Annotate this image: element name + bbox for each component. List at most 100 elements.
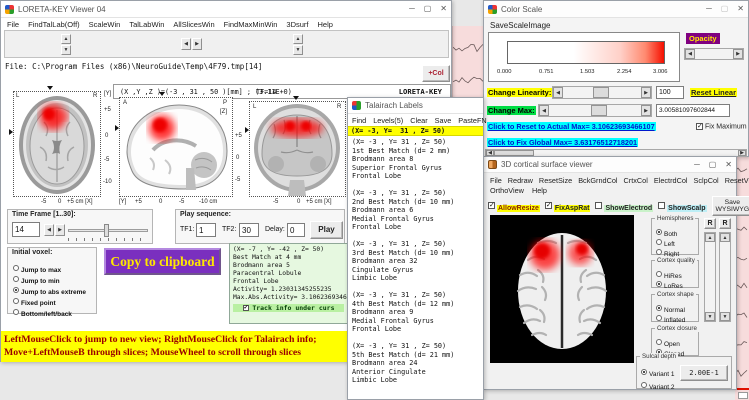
talairach-results-list[interactable]: (X= -3 , Y= 31 , Z= 50)1st Best Match (d… xyxy=(348,136,483,385)
cortex-shape-option[interactable]: Inflated xyxy=(664,317,685,324)
menu-allsliceswin[interactable]: AllSlicesWin xyxy=(173,20,214,29)
menu-findtallab[interactable]: FindTalLab(Off) xyxy=(28,20,80,29)
time-frame-input[interactable] xyxy=(12,222,40,237)
sulcal-option[interactable]: Variant 2 xyxy=(649,384,675,391)
fix-maximum-checkbox[interactable]: ✓Fix Maximum xyxy=(696,123,747,130)
axial-brain-image[interactable] xyxy=(14,92,100,196)
rotate-button-left[interactable]: R xyxy=(704,218,716,229)
radio-icon[interactable] xyxy=(656,249,662,255)
close-icon[interactable]: ✕ xyxy=(737,2,744,16)
menu-scalewin[interactable]: ScaleWin xyxy=(89,20,121,29)
radio-icon[interactable] xyxy=(656,281,662,287)
fixasprat-checkbox[interactable]: ✓FixAspRat xyxy=(545,197,591,215)
reset-actual-max-link[interactable]: Click to Reset to Actual Max= 3.10623693… xyxy=(487,122,656,131)
surface-titlebar[interactable]: 3D cortical surface viewer ─ ▢ ✕ xyxy=(484,157,736,173)
max-value-input[interactable] xyxy=(656,104,730,117)
tf1-input[interactable] xyxy=(196,223,216,237)
sulcal-depth-value-button[interactable]: 2.00E-1 xyxy=(680,365,728,381)
checkbox-checked-icon[interactable]: ✓ xyxy=(488,202,495,209)
menu-resetsize[interactable]: ResetSize xyxy=(539,176,572,185)
down-arrow-icon[interactable]: ▼ xyxy=(720,312,730,321)
talairach-titlebar[interactable]: Talairach Labels xyxy=(348,98,483,114)
initial-voxel-option[interactable]: Bottom/left/back xyxy=(21,311,72,318)
maximize-icon[interactable]: ▢ xyxy=(424,2,432,16)
menu-sclpcol[interactable]: SclpCol xyxy=(694,176,719,185)
down-arrow-icon[interactable]: ▼ xyxy=(705,312,715,321)
left-arrow-icon[interactable]: ◀ xyxy=(44,224,54,236)
sagittal-slice-panel[interactable]: A P [Z] +5 0 -5 [Y] +5 0 -5 -10 cm xyxy=(115,85,243,207)
menu-levels[interactable]: Levels(5) xyxy=(373,116,403,125)
left-arrow-icon[interactable]: ◀ xyxy=(553,87,563,98)
minimize-icon[interactable]: ─ xyxy=(694,158,700,172)
coronal-slice-panel[interactable]: L R -5 0 +5 cm [X] xyxy=(245,85,351,207)
checkbox-checked-icon[interactable]: ✓ xyxy=(545,202,552,209)
down-arrow-icon[interactable]: ▼ xyxy=(293,45,303,55)
checkbox-checked-icon[interactable]: ✓ xyxy=(243,305,249,311)
brain-3d-top-view[interactable] xyxy=(490,215,634,363)
close-icon[interactable]: ✕ xyxy=(725,158,732,172)
cortex-quality-option[interactable]: LoRes xyxy=(664,283,683,290)
radio-icon[interactable] xyxy=(641,382,647,388)
radio-icon[interactable] xyxy=(656,315,662,321)
linearity-scrollbar[interactable]: ◀▶ xyxy=(552,86,652,99)
menu-pastefn[interactable]: PasteFN xyxy=(458,116,486,125)
right-arrow-icon[interactable]: ▶ xyxy=(55,224,65,236)
rotation-scrollbar-left[interactable]: ▲▼ xyxy=(704,232,716,322)
loreta-titlebar[interactable]: LORETA-KEY Viewer 04 ─ ▢ ✕ xyxy=(1,1,451,18)
menu-findmaxminwin[interactable]: FindMaxMinWin xyxy=(224,20,278,29)
play-button[interactable]: Play xyxy=(310,221,343,239)
radio-icon[interactable] xyxy=(13,309,19,315)
down-arrow-icon[interactable]: ▼ xyxy=(61,45,71,55)
close-icon[interactable]: ✕ xyxy=(440,2,447,16)
menu-electrdcol[interactable]: ElectrdCol xyxy=(654,176,688,185)
menu-clear[interactable]: Clear xyxy=(410,116,427,125)
time-frame-stepper[interactable]: ◀▶ xyxy=(44,224,65,236)
showscalp-checkbox[interactable]: ShowScalp xyxy=(658,197,706,215)
color-scale-titlebar[interactable]: Color Scale ─ ▢ ✕ xyxy=(484,1,748,18)
reset-linear-link[interactable]: Reset Linear xyxy=(690,88,737,97)
checkbox-checked-icon[interactable]: ✓ xyxy=(696,123,703,130)
checkbox-unchecked-icon[interactable] xyxy=(658,202,665,209)
menu-tallabwin[interactable]: TalLabWin xyxy=(129,20,164,29)
menu-help[interactable]: Help xyxy=(532,186,547,195)
radio-icon[interactable] xyxy=(641,369,647,375)
tf2-input[interactable] xyxy=(239,223,259,237)
right-arrow-icon[interactable]: ▶ xyxy=(733,49,743,59)
menu-crtxcol[interactable]: CrtxCol xyxy=(624,176,648,185)
track-info-row[interactable]: ✓ Track info under curs xyxy=(233,304,344,312)
right-arrow-icon[interactable]: ▶ xyxy=(192,38,202,50)
right-arrow-icon[interactable]: ▶ xyxy=(641,105,651,116)
up-arrow-icon[interactable]: ▲ xyxy=(705,233,715,242)
axial-slice-panel[interactable]: L R [Y] +5 0 -5 -10 -5 0 +5 cm [X] xyxy=(9,85,119,207)
slice-y-stepper[interactable]: ▲▼ xyxy=(61,34,71,55)
rotate-button-right[interactable]: R xyxy=(719,218,731,229)
menu-file[interactable]: File xyxy=(490,176,502,185)
minimize-icon[interactable]: ─ xyxy=(409,2,415,16)
up-arrow-icon[interactable]: ▲ xyxy=(293,34,303,44)
sagittal-brain-image[interactable] xyxy=(120,98,232,196)
surface-render-panel[interactable] xyxy=(490,215,634,363)
maximize-icon[interactable]: ▢ xyxy=(709,158,717,172)
right-arrow-icon[interactable]: ▶ xyxy=(641,87,651,98)
opacity-scrollbar[interactable]: ◀▶ xyxy=(684,48,744,60)
save-wysiwyg-button[interactable]: Save WYSIWYG xyxy=(712,196,749,216)
menu-file[interactable]: File xyxy=(7,20,19,29)
checkbox-unchecked-icon[interactable] xyxy=(595,202,602,209)
max-scrollbar[interactable]: ◀▶ xyxy=(538,104,652,117)
linearity-input[interactable] xyxy=(656,86,684,99)
right-arrow-icon[interactable]: ▶ xyxy=(738,150,746,156)
menu-save[interactable]: Save xyxy=(435,116,452,125)
menu-bckgrndcol[interactable]: BckGrndCol xyxy=(578,176,617,185)
menu-redraw[interactable]: Redraw xyxy=(508,176,533,185)
menu-help[interactable]: Help xyxy=(318,20,333,29)
time-frame-slider-thumb[interactable] xyxy=(104,224,109,237)
coronal-brain-image[interactable] xyxy=(250,102,345,196)
slice-z-stepper[interactable]: ▲▼ xyxy=(293,34,303,55)
left-arrow-icon[interactable]: ◀ xyxy=(685,49,695,59)
menu-find[interactable]: Find xyxy=(352,116,366,125)
allowresize-checkbox[interactable]: ✓AllowResize xyxy=(488,197,540,215)
add-column-button[interactable]: +Col xyxy=(422,65,450,82)
scroll-box[interactable] xyxy=(738,392,748,399)
minimize-icon[interactable]: ─ xyxy=(706,2,712,16)
menu-resetview[interactable]: ResetView xyxy=(725,176,749,185)
